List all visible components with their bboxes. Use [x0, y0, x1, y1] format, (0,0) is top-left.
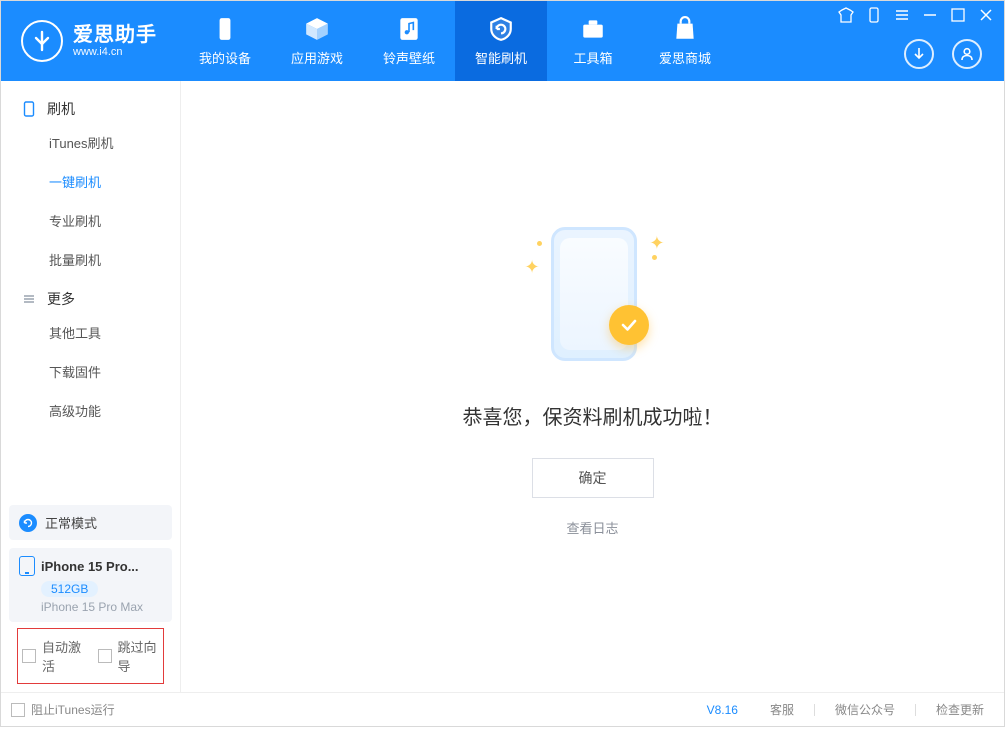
sidebar: 刷机 iTunes刷机 一键刷机 专业刷机 批量刷机 更多 其他工具 下载固件 …	[1, 81, 181, 692]
success-message: 恭喜您，保资料刷机成功啦！	[463, 401, 723, 430]
skip-wizard-checkbox[interactable]: 跳过向导	[98, 637, 160, 675]
more-lines-icon	[21, 291, 37, 307]
download-icon[interactable]	[904, 39, 934, 69]
nav-label: 应用游戏	[291, 48, 343, 67]
sidebar-item-download-firmware[interactable]: 下载固件	[1, 352, 180, 391]
success-illustration: ✦ ✦	[503, 221, 683, 371]
brand-title: 爱思助手	[73, 24, 157, 46]
user-icon[interactable]	[952, 39, 982, 69]
phone-small-icon[interactable]	[866, 7, 882, 23]
nav-store[interactable]: 爱思商城	[639, 1, 731, 81]
sidebar-group-label: 刷机	[47, 99, 75, 119]
app-header: 爱思助手 www.i4.cn 我的设备 应用游戏 铃声壁纸 智能刷机	[1, 1, 1004, 81]
device-capacity-badge: 512GB	[41, 581, 98, 597]
nav-label: 工具箱	[573, 48, 612, 67]
block-itunes-checkbox[interactable]: 阻止iTunes运行	[11, 701, 115, 718]
sidebar-item-advanced[interactable]: 高级功能	[1, 391, 180, 430]
device-icon	[211, 15, 239, 43]
maximize-icon[interactable]	[950, 7, 966, 23]
device-full-name: iPhone 15 Pro Max	[41, 600, 162, 614]
main-nav: 我的设备 应用游戏 铃声壁纸 智能刷机 工具箱 爱思商城	[179, 1, 731, 81]
view-log-link[interactable]: 查看日志	[566, 518, 618, 537]
refresh-shield-icon	[487, 15, 515, 43]
music-icon	[395, 15, 423, 43]
close-icon[interactable]	[978, 7, 994, 23]
nav-apps[interactable]: 应用游戏	[271, 1, 363, 81]
nav-label: 铃声壁纸	[383, 48, 435, 67]
options-highlight-box: 自动激活 跳过向导	[17, 628, 164, 684]
device-name: iPhone 15 Pro...	[41, 559, 139, 574]
cube-icon	[303, 15, 331, 43]
menu-icon[interactable]	[894, 7, 910, 23]
status-bar: 阻止iTunes运行 V8.16 客服 微信公众号 检查更新	[1, 692, 1004, 726]
check-update-link[interactable]: 检查更新	[930, 701, 990, 718]
wechat-link[interactable]: 微信公众号	[829, 701, 901, 718]
brand: 爱思助手 www.i4.cn	[1, 1, 179, 81]
nav-flash[interactable]: 智能刷机	[455, 1, 547, 81]
skin-icon[interactable]	[838, 7, 854, 23]
nav-my-device[interactable]: 我的设备	[179, 1, 271, 81]
sidebar-group-more: 更多	[1, 279, 180, 313]
phone-outline-icon	[21, 101, 37, 117]
shopping-bag-icon	[671, 15, 699, 43]
auto-activate-checkbox[interactable]: 自动激活	[22, 637, 84, 675]
refresh-icon	[19, 514, 37, 532]
nav-label: 智能刷机	[475, 48, 527, 67]
ok-button[interactable]: 确定	[532, 458, 654, 498]
device-mode-chip[interactable]: 正常模式	[9, 505, 172, 540]
nav-toolbox[interactable]: 工具箱	[547, 1, 639, 81]
nav-label: 爱思商城	[659, 48, 711, 67]
sidebar-item-other-tools[interactable]: 其他工具	[1, 313, 180, 352]
sidebar-group-label: 更多	[47, 289, 75, 309]
nav-label: 我的设备	[199, 48, 251, 67]
version-label: V8.16	[707, 703, 738, 717]
success-check-icon	[609, 305, 649, 345]
sidebar-item-batch-flash[interactable]: 批量刷机	[1, 240, 180, 279]
sidebar-item-itunes-flash[interactable]: iTunes刷机	[1, 123, 180, 162]
brand-logo-icon	[21, 20, 63, 62]
main-content: ✦ ✦ 恭喜您，保资料刷机成功啦！ 确定 查看日志	[181, 81, 1004, 692]
minimize-icon[interactable]	[922, 7, 938, 23]
device-mode-label: 正常模式	[45, 513, 97, 532]
window-controls	[838, 7, 994, 23]
block-itunes-label: 阻止iTunes运行	[31, 701, 115, 718]
nav-ringtones[interactable]: 铃声壁纸	[363, 1, 455, 81]
sidebar-item-oneclick-flash[interactable]: 一键刷机	[1, 162, 180, 201]
support-link[interactable]: 客服	[764, 701, 800, 718]
sidebar-group-flash: 刷机	[1, 89, 180, 123]
auto-activate-label: 自动激活	[42, 637, 84, 675]
sidebar-item-pro-flash[interactable]: 专业刷机	[1, 201, 180, 240]
toolbox-icon	[579, 15, 607, 43]
skip-wizard-label: 跳过向导	[118, 637, 160, 675]
brand-subtitle: www.i4.cn	[73, 46, 157, 58]
device-card[interactable]: iPhone 15 Pro... 512GB iPhone 15 Pro Max	[9, 548, 172, 622]
phone-icon	[19, 556, 35, 576]
